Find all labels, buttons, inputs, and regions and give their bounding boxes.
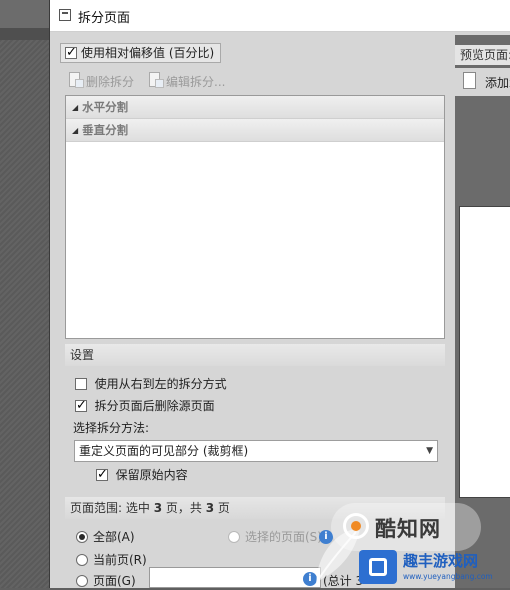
- radio-icon: [76, 575, 88, 587]
- relative-offset-label: 使用相对偏移值 (百分比): [81, 46, 215, 60]
- watermark-brand1: 酷知网: [375, 517, 441, 541]
- radio-current-label: 当前页(R): [93, 553, 147, 567]
- range-total-count: 3: [205, 501, 215, 515]
- delete-split-icon: [67, 72, 84, 90]
- range-selected-count: 3: [153, 501, 163, 515]
- radio-pages-label: 页面(G): [93, 574, 136, 588]
- window-title: 拆分页面: [78, 11, 131, 26]
- keep-original-checkbox[interactable]: 保留原始内容: [96, 466, 188, 484]
- expand-triangle-icon[interactable]: ◢: [72, 126, 78, 135]
- split-toolbar: 删除拆分 编辑拆分...: [65, 68, 445, 94]
- rtl-split-label: 使用从右到左的拆分方式: [94, 377, 227, 391]
- radio-all[interactable]: 全部(A): [76, 528, 135, 546]
- range-suffix: 页: [217, 501, 230, 515]
- window-icon: [59, 9, 71, 21]
- radio-pages[interactable]: 页面(G): [76, 572, 136, 590]
- radio-current-page[interactable]: 当前页(R): [76, 551, 147, 569]
- add-button-label: 添加水: [485, 76, 510, 90]
- checkbox-unchecked-icon: [75, 378, 87, 390]
- radio-icon: [228, 531, 240, 543]
- expand-triangle-icon[interactable]: ◢: [72, 103, 78, 112]
- edit-split-button[interactable]: 编辑拆分...: [147, 72, 225, 90]
- split-method-label: 选择拆分方法:: [73, 421, 150, 435]
- radio-all-label: 全部(A): [93, 530, 135, 544]
- relative-offset-checkbox[interactable]: 使用相对偏移值 (百分比): [60, 43, 222, 63]
- split-method-value: 重定义页面的可见部分 (裁剪框): [79, 444, 249, 458]
- page-icon: [463, 72, 476, 89]
- chevron-down-icon: ▼: [426, 446, 433, 456]
- checkbox-checked-icon: [96, 466, 108, 484]
- background-strip: [0, 0, 49, 28]
- edit-split-label: 编辑拆分...: [166, 75, 226, 89]
- watermark-brand2: 趣丰游戏网: [403, 552, 479, 570]
- group-vertical-split[interactable]: ◢ 垂直分割: [66, 119, 444, 142]
- keep-original-label: 保留原始内容: [115, 468, 188, 482]
- add-watermark-button[interactable]: 添加水: [455, 68, 510, 96]
- kuzhi-logo-icon: [343, 513, 369, 539]
- split-list[interactable]: ◢ 水平分割 ◢ 垂直分割: [65, 95, 445, 339]
- delete-source-checkbox[interactable]: 拆分页面后删除源页面: [75, 397, 215, 415]
- title-bar[interactable]: 拆分页面: [50, 0, 510, 32]
- range-prefix: 页面范围: 选中: [70, 501, 150, 515]
- rtl-split-checkbox[interactable]: 使用从右到左的拆分方式: [75, 375, 227, 393]
- settings-header: 设置: [65, 344, 445, 366]
- delete-split-button[interactable]: 删除拆分: [67, 72, 134, 90]
- preview-page: [459, 206, 510, 498]
- range-mid: 页，共: [165, 501, 202, 515]
- preview-label: 预览页面:: [455, 45, 510, 65]
- delete-source-label: 拆分页面后删除源页面: [94, 399, 215, 413]
- split-pages-dialog: 拆分页面 使用相对偏移值 (百分比) 删除拆分 编辑拆分... ◢ 水平分割 ◢ 垂…: [49, 0, 510, 588]
- group-label: 水平分割: [82, 100, 129, 114]
- watermark-url: www.yueyangbang.com: [403, 572, 493, 581]
- split-method-select[interactable]: 重定义页面的可见部分 (裁剪框) ▼: [74, 440, 438, 462]
- watermark-qufeng: 趣丰游戏网 www.yueyangbang.com: [359, 548, 507, 588]
- edit-split-icon: [147, 72, 164, 90]
- group-label: 垂直分割: [82, 123, 129, 137]
- radio-icon: [76, 554, 88, 566]
- delete-split-label: 删除拆分: [86, 75, 135, 89]
- qufeng-logo-icon: [359, 550, 397, 584]
- watermark-kuzhi: 酷知网: [331, 503, 481, 551]
- checkbox-checked-icon: [75, 397, 87, 415]
- desktop-background: [0, 0, 49, 588]
- radio-selected-icon: [76, 531, 88, 543]
- page-range-input[interactable]: [149, 567, 321, 588]
- background-strip-dark: [0, 28, 49, 40]
- group-horizontal-split[interactable]: ◢ 水平分割: [66, 96, 444, 119]
- checkbox-checked-icon: [65, 44, 77, 62]
